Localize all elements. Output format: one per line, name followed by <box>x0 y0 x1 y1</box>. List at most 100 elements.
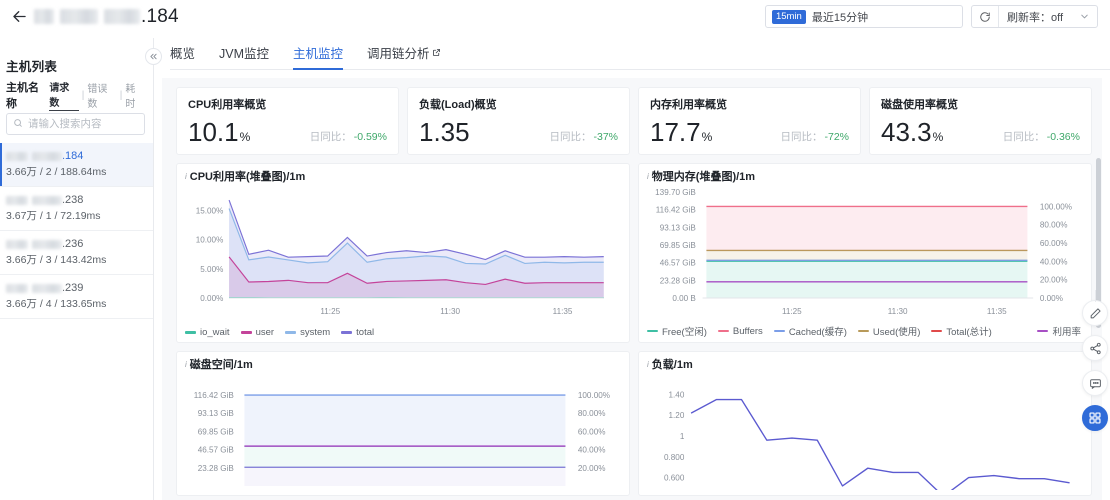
divider <box>153 64 154 78</box>
svg-text:15.00%: 15.00% <box>196 205 224 215</box>
legend-item-total[interactable]: total <box>341 327 374 338</box>
svg-text:0.00 B: 0.00 B <box>672 293 696 303</box>
host-list: .184 3.66万 / 2 / 188.64ms .238 3.67万 / 1… <box>0 143 153 319</box>
legend-label: 利用率 <box>1052 327 1081 338</box>
svg-text:116.42 GiB: 116.42 GiB <box>194 390 235 400</box>
sort-latency[interactable]: 耗时 <box>125 80 145 110</box>
legend-item-io-wait[interactable]: io_wait <box>185 327 230 338</box>
cpu-utilization-plot: 0.00% 5.00% 10.00% 15.00% 11:25 11:30 11:35 <box>185 184 621 324</box>
refresh-rate-select[interactable]: 刷新率：off <box>999 9 1097 25</box>
stat-body: 1.35 日同比： -37% <box>419 118 618 146</box>
search-input[interactable] <box>28 118 138 130</box>
redacted-text <box>32 195 62 205</box>
legend-item-user[interactable]: user <box>240 327 274 338</box>
tab-overview[interactable]: 概览 <box>170 43 195 69</box>
redacted-text <box>104 9 140 24</box>
refresh-icon[interactable] <box>972 6 999 27</box>
stat-unit: % <box>239 130 251 144</box>
svg-text:10.00%: 10.00% <box>196 235 224 245</box>
memory-chart-legend-right: 利用率 <box>1037 324 1081 338</box>
host-name-suffix: .239 <box>62 282 84 294</box>
svg-text:40.00%: 40.00% <box>1040 256 1068 266</box>
sort-requests[interactable]: 请求数 <box>49 79 79 111</box>
legend-swatch <box>773 329 785 333</box>
svg-text:11:30: 11:30 <box>440 306 460 316</box>
search-box[interactable] <box>6 113 145 135</box>
disk-space-plot: 23.28 GiB 46.57 GiB 69.85 GiB 93.13 GiB 116.… <box>185 372 621 490</box>
stat-title: 磁盘使用率概览 <box>881 99 958 111</box>
svg-text:11:25: 11:25 <box>320 306 340 316</box>
stat-title: 负载(Load)概览 <box>419 99 497 111</box>
legend-item-cached[interactable]: Cached(缓存) <box>773 324 847 338</box>
top-bar-controls: 15min 最近15分钟 刷新率：off <box>764 5 1098 28</box>
svg-text:1: 1 <box>680 431 685 441</box>
time-range-picker[interactable]: 15min 最近15分钟 <box>764 5 963 28</box>
info-icon[interactable]: i <box>647 359 649 369</box>
svg-text:93.13 GiB: 93.13 GiB <box>198 408 235 418</box>
stat-body: 43.3% 日同比： -0.36% <box>881 118 1080 146</box>
stat-value-wrap: 43.3% <box>881 118 943 146</box>
list-item[interactable]: .184 3.66万 / 2 / 188.64ms <box>0 143 153 187</box>
legend-item-total[interactable]: Total(总计) <box>931 324 992 338</box>
chevron-double-left-icon[interactable] <box>145 48 162 65</box>
stat-title: 内存利用率概览 <box>650 99 727 111</box>
legend-swatch <box>285 331 297 334</box>
pencil-icon[interactable] <box>1082 300 1108 326</box>
svg-text:93.13 GiB: 93.13 GiB <box>660 222 697 232</box>
stat-comparison: 日同比： -37% <box>549 129 618 146</box>
external-link-icon <box>432 48 441 57</box>
stat-comparison-label: 日同比： <box>549 131 592 143</box>
tab-jvm-monitoring[interactable]: JVM监控 <box>219 43 269 69</box>
stat-body: 10.1% 日同比： -0.59% <box>188 118 387 146</box>
svg-text:11:25: 11:25 <box>782 306 802 316</box>
redacted-text <box>6 195 28 205</box>
chart-title: CPU利用率(堆叠图)/1m <box>189 171 306 183</box>
legend-item-system[interactable]: system <box>285 327 330 338</box>
legend-swatch <box>857 329 869 333</box>
svg-text:80.00%: 80.00% <box>1040 219 1068 229</box>
tab-host-monitoring[interactable]: 主机监控 <box>293 43 344 70</box>
info-icon[interactable]: i <box>185 171 187 181</box>
legend-item-used[interactable]: Used(使用) <box>857 324 920 338</box>
svg-text:69.85 GiB: 69.85 GiB <box>660 240 697 250</box>
redacted-text <box>6 283 28 293</box>
legend-item-free[interactable]: Free(空闲) <box>647 324 707 338</box>
legend-swatch <box>717 329 729 333</box>
svg-text:46.57 GiB: 46.57 GiB <box>660 257 697 267</box>
stat-comparison-label: 日同比： <box>1002 131 1045 143</box>
stat-card-memory: 内存利用率概览 17.7% 日同比： -72% <box>638 87 861 155</box>
svg-text:100.00%: 100.00% <box>1040 201 1073 211</box>
svg-text:1.40: 1.40 <box>669 389 685 399</box>
feedback-icon[interactable] <box>1082 370 1108 396</box>
refresh-rate-label: 刷新率：off <box>1006 11 1063 24</box>
stat-comparison-value: -0.36% <box>1046 131 1080 143</box>
svg-text:139.70 GiB: 139.70 GiB <box>655 187 696 197</box>
grid-apps-icon[interactable] <box>1082 405 1108 431</box>
list-item[interactable]: .238 3.67万 / 1 / 72.19ms <box>0 187 153 231</box>
sorter-separator: | <box>81 89 85 101</box>
legend-item-buffers[interactable]: Buffers <box>717 326 763 337</box>
host-name: .184 <box>6 149 145 163</box>
redacted-text <box>34 9 54 24</box>
info-icon[interactable]: i <box>185 359 187 369</box>
share-icon[interactable] <box>1082 335 1108 361</box>
legend-item-utilization[interactable]: 利用率 <box>1037 324 1081 338</box>
info-icon[interactable]: i <box>647 171 649 181</box>
tab-trace-analysis[interactable]: 调用链分析 <box>367 43 441 69</box>
svg-text:20.00%: 20.00% <box>1040 274 1068 284</box>
time-range-label: 最近15分钟 <box>811 11 869 24</box>
host-name-suffix: .236 <box>62 238 84 250</box>
stat-card-cpu: CPU利用率概览 10.1% 日同比： -0.59% <box>176 87 399 155</box>
stat-value-wrap: 17.7% <box>650 118 712 146</box>
list-item[interactable]: .236 3.66万 / 3 / 143.42ms <box>0 231 153 275</box>
arrow-left-icon[interactable] <box>6 4 32 30</box>
legend-swatch <box>240 331 252 334</box>
tab-label: 主机监控 <box>293 47 344 61</box>
time-range-badge: 15min <box>771 9 806 24</box>
stat-comparison-label: 日同比： <box>309 131 352 143</box>
svg-text:116.42 GiB: 116.42 GiB <box>656 204 697 214</box>
legend-swatch <box>647 329 658 333</box>
legend-swatch <box>931 329 943 333</box>
list-item[interactable]: .239 3.66万 / 4 / 133.65ms <box>0 275 153 319</box>
sort-errors[interactable]: 错误数 <box>87 80 116 110</box>
